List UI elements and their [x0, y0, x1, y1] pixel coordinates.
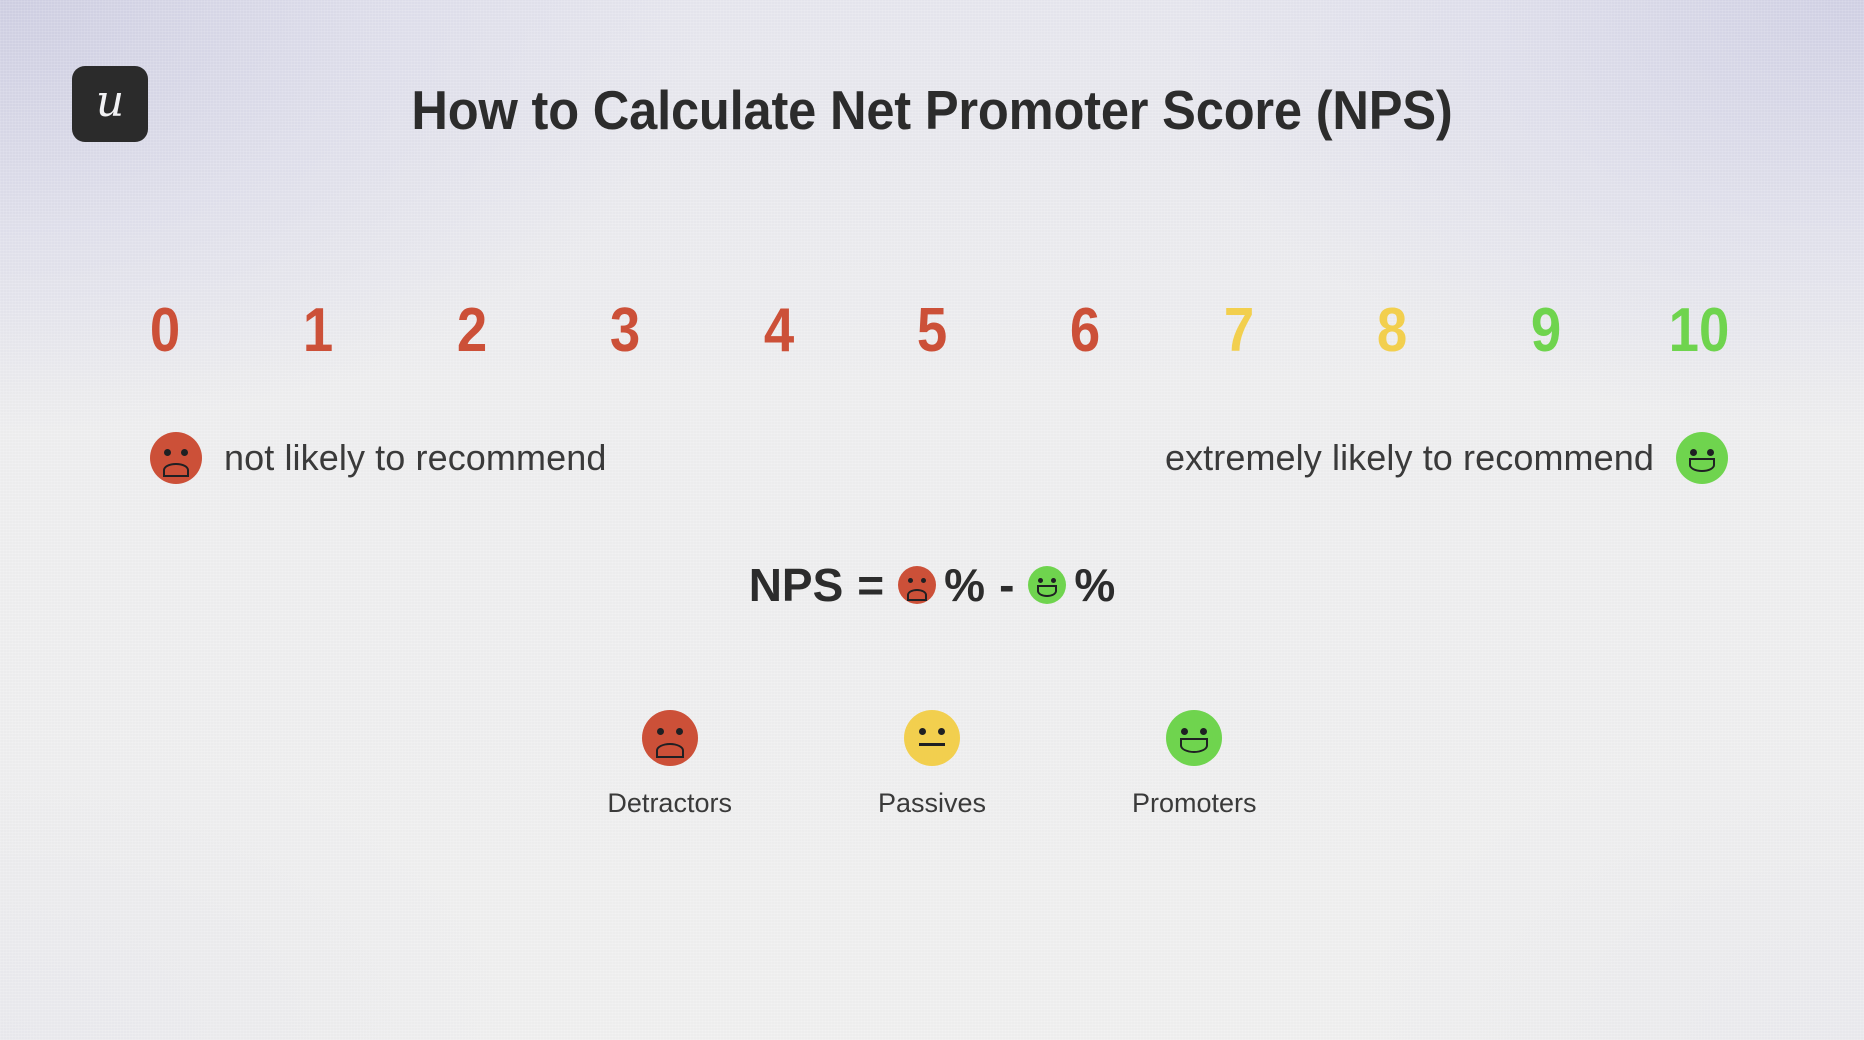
scale-number-10: 10 [1668, 296, 1730, 365]
anchor-high: extremely likely to recommend [1165, 432, 1728, 484]
eye-left [1690, 449, 1697, 456]
mouth-frown [907, 589, 928, 601]
mouth-frown [655, 743, 684, 758]
eye-right [1200, 728, 1208, 735]
scale-number-8: 8 [1376, 296, 1408, 365]
infographic-canvas: u How to Calculate Net Promoter Score (N… [0, 0, 1864, 1040]
eye-right [937, 728, 945, 735]
scale-number-4: 4 [763, 296, 794, 365]
category-passives: Passives [878, 710, 986, 819]
scale-number-3: 3 [609, 296, 641, 365]
nps-formula: NPS = % - % [0, 562, 1864, 608]
scale-number-9: 9 [1530, 296, 1561, 365]
scale-number-7: 7 [1223, 296, 1254, 365]
category-label: Passives [877, 788, 987, 818]
formula-percent-promoters: % [1074, 559, 1116, 611]
sad-face-icon [150, 432, 202, 484]
mouth-smile [1037, 585, 1058, 597]
nps-categories: Detractors Passives Promoters [0, 710, 1864, 819]
scale-number-2: 2 [456, 296, 487, 365]
category-label: Detractors [607, 788, 732, 818]
eye-right [921, 578, 927, 583]
eye-left [656, 728, 664, 735]
mouth-smile [1689, 458, 1715, 472]
mouth-smile [1180, 738, 1209, 753]
background-texture [0, 0, 1864, 1040]
formula-minus: - [999, 559, 1015, 611]
sad-face-icon [898, 566, 937, 604]
eye-right [181, 449, 188, 456]
eye-left [164, 449, 171, 456]
anchor-low: not likely to recommend [150, 432, 606, 484]
neutral-face-icon [903, 710, 960, 766]
formula-lead: NPS [748, 559, 844, 611]
scale-number-1: 1 [303, 296, 334, 365]
sad-face-icon [641, 710, 698, 766]
formula-equals: = [857, 559, 885, 611]
eye-left [1038, 578, 1044, 583]
eye-left [918, 728, 926, 735]
eye-right [675, 728, 683, 735]
nps-scale: 0 1 2 3 4 5 6 7 8 9 10 [120, 300, 1744, 362]
happy-face-icon [1676, 432, 1728, 484]
eye-left [1181, 728, 1189, 735]
eye-left [908, 578, 914, 583]
mouth-flat [918, 743, 945, 746]
scale-number-5: 5 [916, 296, 948, 365]
anchor-high-label: extremely likely to recommend [1164, 437, 1654, 478]
mouth-frown [163, 463, 189, 477]
scale-number-6: 6 [1070, 296, 1101, 365]
happy-face-icon [1028, 566, 1067, 604]
formula-percent-detractors: % [944, 559, 986, 611]
category-detractors: Detractors [607, 710, 732, 819]
eye-right [1707, 449, 1714, 456]
category-label: Promoters [1132, 788, 1257, 818]
anchor-low-label: not likely to recommend [224, 437, 607, 478]
category-promoters: Promoters [1132, 710, 1257, 819]
page-title: How to Calculate Net Promoter Score (NPS… [411, 79, 1453, 141]
eye-right [1051, 578, 1057, 583]
happy-face-icon [1166, 710, 1223, 766]
scale-number-0: 0 [149, 296, 181, 365]
